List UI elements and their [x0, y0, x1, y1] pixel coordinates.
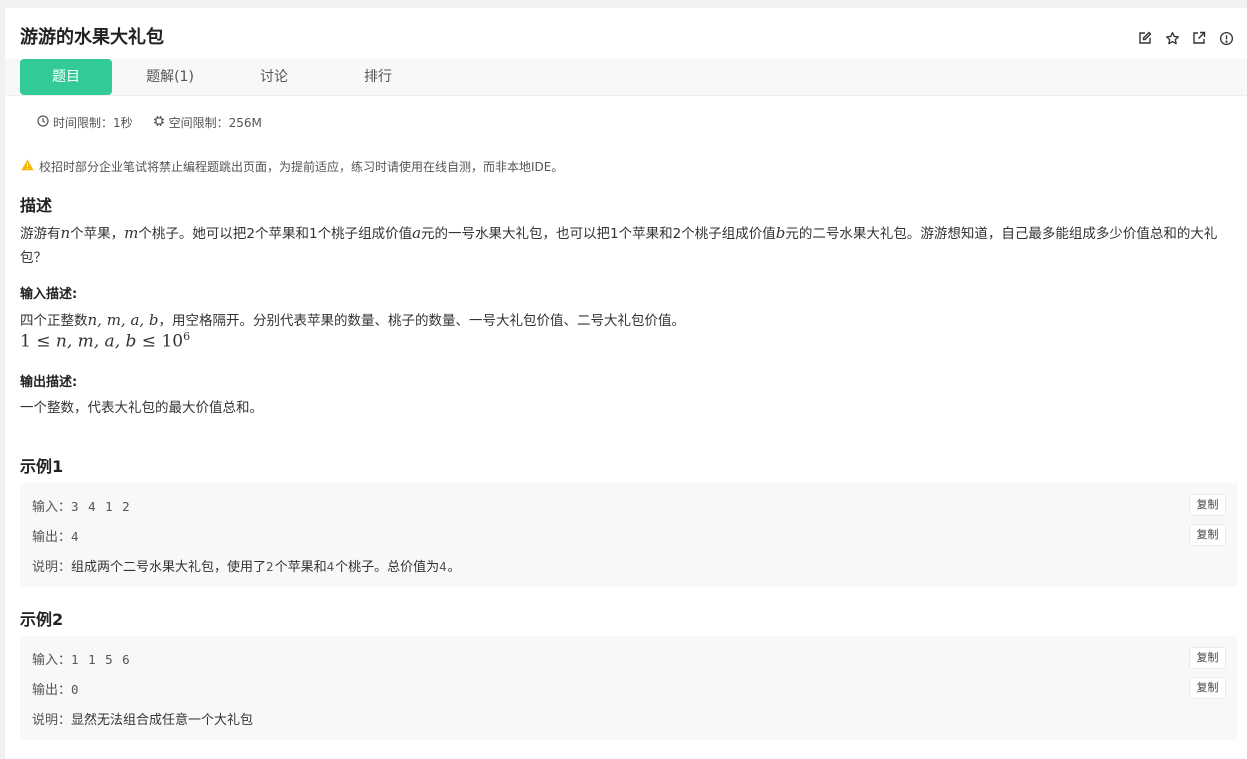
tab-bar: 题目 题解(1) 讨论 排行	[5, 59, 1247, 96]
clock-icon	[37, 115, 49, 130]
space-limit: 空间限制：256M	[153, 114, 262, 131]
example-2-note: 说明：显然无法组合成任意一个大礼包	[32, 713, 254, 728]
title-row: 游游的水果大礼包	[20, 24, 1247, 52]
example-2-box: 输入：1 1 5 6 复制 输出：0 复制 说明：显然无法组合成任意一个大礼包	[20, 636, 1238, 740]
tab-discussion[interactable]: 讨论	[228, 59, 320, 95]
copy-input-button[interactable]: 复制	[1189, 647, 1226, 669]
input-heading: 输入描述:	[20, 287, 78, 302]
example-2-heading: 示例2	[20, 610, 64, 629]
notice-text: 校招时部分企业笔试将禁止编程题跳出页面，为提前适应，练习时请使用在线自测，而非本…	[39, 160, 564, 174]
time-limit: 时间限制：1秒	[37, 114, 133, 131]
example-2-output: 输出：0	[32, 682, 80, 698]
page-title: 游游的水果大礼包	[20, 27, 164, 48]
star-icon[interactable]	[1163, 30, 1181, 46]
example-1-note: 说明：组成两个二号水果大礼包，使用了2个苹果和4个桃子。总价值为4。	[32, 559, 461, 575]
copy-input-button[interactable]: 复制	[1189, 494, 1226, 516]
problem-panel: 游游的水果大礼包 题目 题解(1) 讨论 排行 时间限制：1秒 空间限制：256…	[5, 8, 1247, 759]
tab-solutions[interactable]: 题解(1)	[124, 59, 216, 95]
example-1-heading: 示例1	[20, 457, 64, 476]
memory-icon	[153, 115, 165, 130]
example-1-input: 输入：3 4 1 2	[32, 499, 131, 515]
description-heading: 描述	[20, 196, 53, 215]
warning-icon	[21, 159, 34, 174]
output-description: 一个整数，代表大礼包的最大价值总和。	[20, 400, 263, 416]
input-description: 四个正整数n, m, a, b，用空格隔开。分别代表苹果的数量、桃子的数量、一号…	[20, 311, 686, 329]
time-limit-text: 时间限制：1秒	[53, 116, 133, 130]
share-icon[interactable]	[1190, 30, 1208, 46]
description-text: 游游有n个苹果，m个桃子。她可以把2个苹果和1个桃子组成价值a元的一号水果大礼包…	[20, 224, 1218, 266]
example-1-output: 输出：4	[32, 529, 80, 545]
copy-output-button[interactable]: 复制	[1189, 524, 1226, 546]
info-icon[interactable]	[1217, 30, 1235, 46]
tab-problem[interactable]: 题目	[20, 59, 112, 95]
copy-output-button[interactable]: 复制	[1189, 677, 1226, 699]
space-limit-text: 空间限制：256M	[168, 116, 262, 130]
edit-icon[interactable]	[1136, 30, 1154, 46]
limits-row: 时间限制：1秒 空间限制：256M	[37, 114, 262, 131]
example-2-input: 输入：1 1 5 6	[32, 652, 131, 668]
example-1-box: 输入：3 4 1 2 复制 输出：4 复制 说明：组成两个二号水果大礼包，使用了…	[20, 483, 1238, 587]
output-heading: 输出描述:	[20, 375, 78, 390]
title-actions	[1136, 30, 1235, 46]
tab-ranking[interactable]: 排行	[332, 59, 424, 95]
exam-notice: 校招时部分企业笔试将禁止编程题跳出页面，为提前适应，练习时请使用在线自测，而非本…	[21, 158, 563, 175]
input-constraint: 1 ≤ n, m, a, b ≤ 106	[20, 330, 191, 352]
